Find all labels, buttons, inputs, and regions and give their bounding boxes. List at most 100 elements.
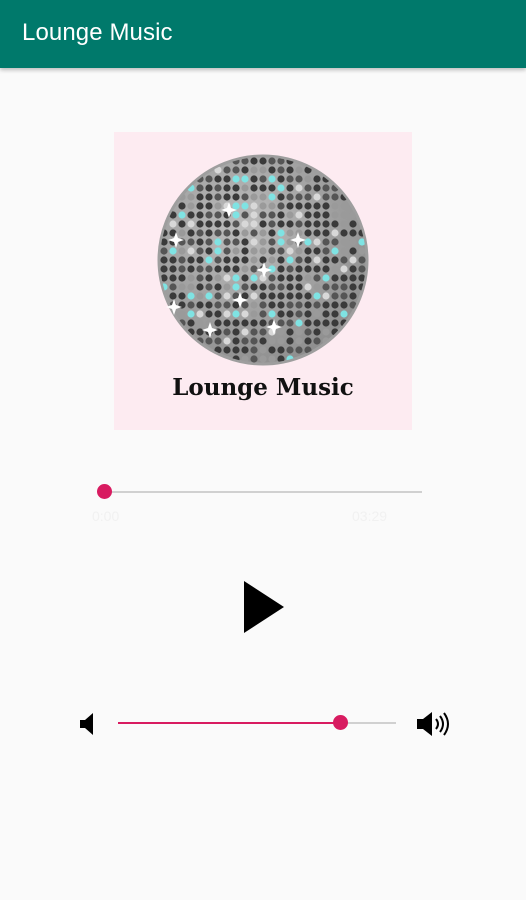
disco-tile bbox=[304, 283, 312, 291]
disco-tile bbox=[259, 292, 267, 300]
disco-tile bbox=[268, 292, 276, 300]
volume-level bbox=[118, 722, 341, 724]
disco-tile bbox=[205, 256, 213, 264]
disco-tile bbox=[277, 301, 285, 309]
disco-tile bbox=[295, 211, 303, 219]
disco-tile bbox=[268, 337, 276, 345]
disco-tile bbox=[304, 256, 312, 264]
disco-tile bbox=[169, 220, 177, 228]
disco-tile bbox=[223, 283, 231, 291]
disco-tile bbox=[304, 337, 312, 345]
disco-tile bbox=[268, 256, 276, 264]
disco-tile bbox=[250, 175, 258, 183]
disco-tile bbox=[277, 283, 285, 291]
disco-tile bbox=[250, 202, 258, 210]
disco-tile bbox=[259, 301, 267, 309]
disco-tile bbox=[241, 274, 249, 282]
volume-thumb[interactable] bbox=[333, 715, 349, 730]
disco-tile bbox=[277, 220, 285, 228]
disco-tile bbox=[304, 175, 312, 183]
disco-tile bbox=[331, 202, 339, 210]
disco-tile bbox=[277, 166, 285, 174]
disco-tile bbox=[214, 292, 222, 300]
disco-tile bbox=[223, 292, 231, 300]
disco-tile bbox=[340, 247, 348, 255]
disco-tile bbox=[277, 319, 285, 327]
disco-tile bbox=[268, 274, 276, 282]
disco-tile bbox=[187, 193, 195, 201]
disco-tile bbox=[322, 193, 330, 201]
disco-tile bbox=[259, 319, 267, 327]
volume-up-button[interactable] bbox=[415, 710, 453, 738]
disco-tile bbox=[178, 310, 186, 318]
play-button[interactable] bbox=[238, 578, 290, 636]
disco-tile bbox=[232, 310, 240, 318]
disco-tile bbox=[214, 220, 222, 228]
seek-thumb[interactable] bbox=[97, 484, 112, 499]
disco-tile bbox=[304, 301, 312, 309]
disco-tile bbox=[340, 265, 348, 273]
disco-tile bbox=[295, 274, 303, 282]
disco-tile bbox=[295, 292, 303, 300]
disco-tile bbox=[331, 274, 339, 282]
disco-tile bbox=[277, 229, 285, 237]
disco-tile bbox=[178, 256, 186, 264]
disco-tile bbox=[241, 328, 249, 336]
disco-tile bbox=[178, 229, 186, 237]
disco-tile bbox=[313, 328, 321, 336]
disco-tile bbox=[223, 166, 231, 174]
disco-tile bbox=[196, 247, 204, 255]
disco-tile bbox=[295, 256, 303, 264]
disco-tile bbox=[214, 310, 222, 318]
disco-tile bbox=[223, 247, 231, 255]
disco-tile bbox=[178, 265, 186, 273]
seek-bar[interactable] bbox=[97, 484, 422, 499]
app-title: Lounge Music bbox=[22, 19, 173, 46]
disco-tile bbox=[322, 319, 330, 327]
disco-tile bbox=[259, 175, 267, 183]
volume-slider[interactable] bbox=[118, 715, 396, 730]
disco-tile bbox=[340, 238, 348, 246]
disco-tile bbox=[340, 301, 348, 309]
disco-tile bbox=[223, 193, 231, 201]
disco-tile bbox=[313, 274, 321, 282]
disco-tile bbox=[196, 202, 204, 210]
disco-tile bbox=[187, 202, 195, 210]
disco-tile bbox=[277, 337, 285, 345]
disco-tile bbox=[232, 193, 240, 201]
disco-tile bbox=[322, 238, 330, 246]
disco-tile bbox=[304, 274, 312, 282]
volume-down-button[interactable] bbox=[78, 712, 98, 736]
disco-tile bbox=[331, 193, 339, 201]
disco-tile bbox=[250, 256, 258, 264]
disco-tile bbox=[322, 274, 330, 282]
disco-tile bbox=[241, 166, 249, 174]
disco-tile bbox=[340, 274, 348, 282]
disco-tile bbox=[232, 202, 240, 210]
disco-tile bbox=[268, 184, 276, 192]
disco-tile bbox=[313, 301, 321, 309]
disco-tile bbox=[313, 184, 321, 192]
disco-tile bbox=[340, 256, 348, 264]
disco-tile bbox=[277, 175, 285, 183]
disco-tile bbox=[232, 319, 240, 327]
disco-tile bbox=[250, 328, 258, 336]
disco-tile bbox=[250, 283, 258, 291]
seek-track[interactable] bbox=[104, 491, 422, 493]
disco-tile bbox=[304, 319, 312, 327]
disco-tile bbox=[232, 337, 240, 345]
disco-tile bbox=[223, 265, 231, 273]
disco-tile bbox=[304, 247, 312, 255]
disco-tile bbox=[205, 283, 213, 291]
disco-tile bbox=[178, 283, 186, 291]
disco-tile bbox=[277, 184, 285, 192]
disco-tile bbox=[259, 346, 267, 354]
disco-tile bbox=[304, 220, 312, 228]
disco-tile bbox=[196, 220, 204, 228]
disco-tile bbox=[196, 184, 204, 192]
disco-tile bbox=[322, 184, 330, 192]
disco-tile bbox=[232, 184, 240, 192]
disco-tile bbox=[250, 166, 258, 174]
disco-tile bbox=[205, 274, 213, 282]
disco-tile bbox=[331, 310, 339, 318]
